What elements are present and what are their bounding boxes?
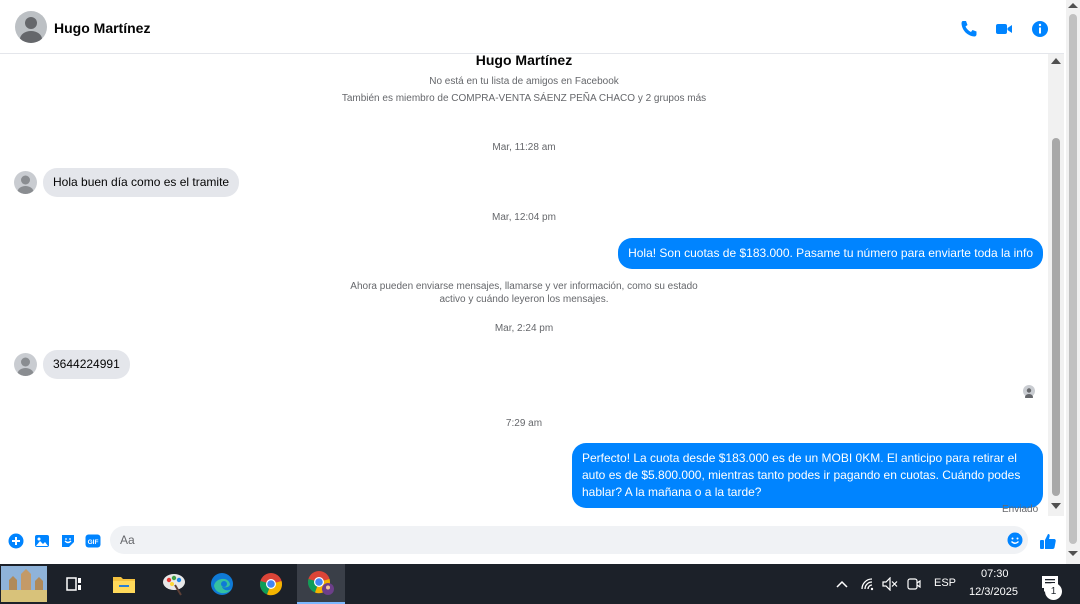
message-line: hablar? A la mañana o a la tarde? — [582, 485, 762, 499]
paint-icon[interactable] — [154, 564, 194, 604]
info-icon[interactable] — [1030, 19, 1050, 39]
groups-text: También es miembro de COMPRA-VENTA SÁENZ… — [341, 93, 707, 104]
timestamp: 7:29 am — [505, 418, 543, 429]
timestamp: Mar, 2:24 pm — [494, 323, 554, 334]
notification-count-badge: 1 — [1045, 583, 1062, 600]
message-line: auto es de $5.800.000, mientras tanto po… — [582, 468, 1021, 482]
plus-icon[interactable] — [8, 533, 24, 549]
sent-status: Enviado — [1002, 504, 1039, 515]
timestamp: Mar, 11:28 am — [492, 142, 556, 153]
start-button[interactable] — [0, 564, 48, 604]
clock-time[interactable]: 07:30 — [981, 568, 1009, 580]
scroll-up-arrow-icon[interactable] — [1051, 58, 1061, 64]
incoming-message-row: 3644224991 — [14, 350, 130, 379]
show-hidden-icons-chevron-icon[interactable] — [834, 564, 850, 604]
sender-avatar — [14, 353, 37, 376]
photo-icon[interactable] — [34, 533, 50, 549]
input-language[interactable]: ESP — [934, 577, 956, 589]
message-input[interactable] — [110, 526, 990, 554]
svg-text:GIF: GIF — [88, 539, 99, 546]
outgoing-message-bubble[interactable]: Hola! Son cuotas de $183.000. Pasame tu … — [618, 238, 1043, 269]
meet-now-icon[interactable] — [904, 564, 924, 604]
windows-taskbar: ESP 07:30 12/3/2025 1 — [0, 564, 1080, 604]
contact-avatar[interactable] — [15, 11, 47, 43]
profile-name: Hugo Martínez — [475, 52, 573, 68]
page-scroll-down-icon[interactable] — [1068, 551, 1078, 556]
message-input-container — [110, 526, 1028, 554]
outgoing-message-bubble[interactable]: Perfecto! La cuota desde $183.000 es de … — [572, 443, 1043, 508]
page-scrollbar[interactable] — [1066, 0, 1080, 564]
video-camera-icon[interactable] — [994, 19, 1014, 39]
friend-status-text: No está en tu lista de amigos en Faceboo… — [429, 76, 619, 87]
chrome-profile-icon[interactable] — [297, 564, 345, 604]
file-explorer-icon[interactable] — [104, 564, 144, 604]
wifi-icon[interactable] — [858, 564, 878, 604]
chat-scrollbar[interactable] — [1048, 54, 1064, 516]
message-line: Perfecto! La cuota desde $183.000 es de … — [582, 451, 1017, 465]
chrome-icon[interactable] — [251, 564, 291, 604]
phone-icon[interactable] — [959, 19, 979, 39]
task-view-icon[interactable] — [56, 564, 92, 604]
privacy-notice-line: Ahora pueden enviarse mensajes, llamarse… — [350, 281, 698, 292]
incoming-message-row: Hola buen día como es el tramite — [14, 168, 240, 197]
contact-name[interactable]: Hugo Martínez — [54, 20, 150, 36]
sender-avatar — [14, 171, 37, 194]
clock-date[interactable]: 12/3/2025 — [969, 586, 1018, 598]
read-receipt-avatar — [1023, 385, 1035, 400]
scroll-thumb[interactable] — [1052, 138, 1060, 496]
emoji-icon[interactable] — [1007, 532, 1023, 548]
message-composer: GIF — [0, 522, 1064, 558]
gif-icon[interactable]: GIF — [85, 533, 101, 549]
edge-icon[interactable] — [202, 564, 242, 604]
messenger-window: Hugo Martínez Hugo Martínez No está en t… — [0, 0, 1080, 564]
timestamp: Mar, 12:04 pm — [492, 212, 556, 223]
message-bubble[interactable]: Hola buen día como es el tramite — [43, 168, 240, 197]
scroll-down-arrow-icon[interactable] — [1051, 503, 1061, 509]
sticker-icon[interactable] — [60, 533, 76, 549]
notification-center-icon[interactable]: 1 — [1036, 564, 1066, 604]
thumbs-up-icon[interactable] — [1039, 532, 1057, 550]
chat-header: Hugo Martínez — [0, 2, 1064, 54]
privacy-notice-line: activo y cuándo leyeron los mensajes. — [439, 294, 609, 305]
page-scroll-up-icon[interactable] — [1068, 3, 1078, 8]
page-scroll-thumb[interactable] — [1069, 14, 1077, 544]
volume-muted-icon[interactable] — [880, 564, 900, 604]
message-bubble[interactable]: 3644224991 — [43, 350, 130, 379]
